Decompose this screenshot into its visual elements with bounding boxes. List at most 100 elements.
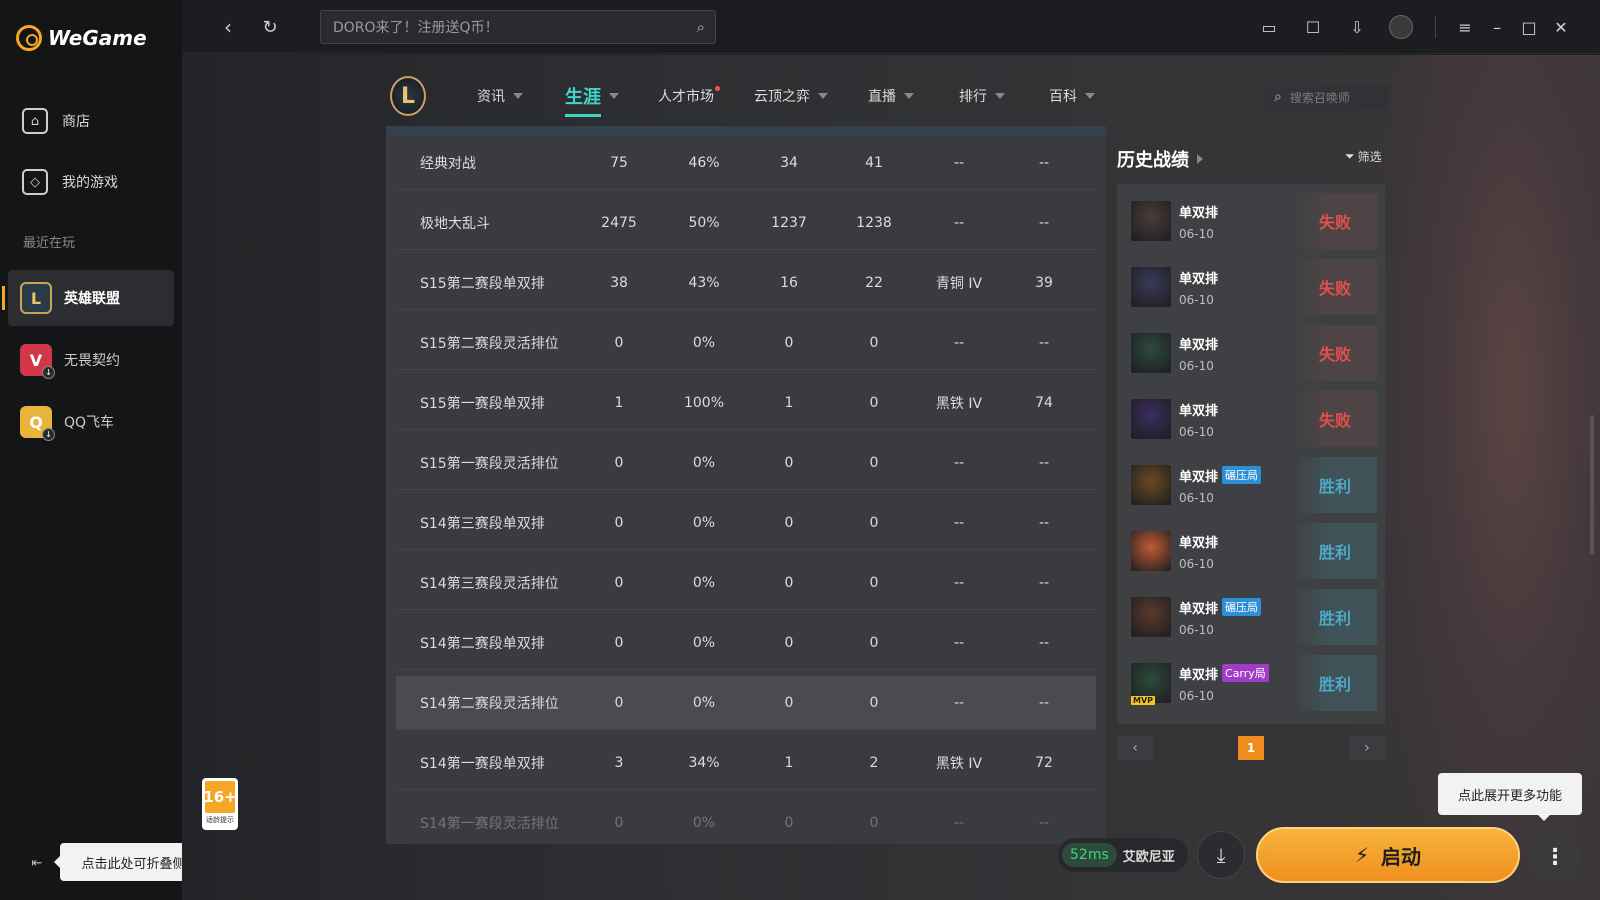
- tab-ranking[interactable]: 排行: [959, 86, 1005, 106]
- match-item[interactable]: MVP 单双排 Carry局 06-10 胜利: [1131, 655, 1377, 711]
- match-item[interactable]: 单双排 06-10 失败: [1131, 193, 1377, 249]
- refresh-icon[interactable]: ↻: [256, 13, 284, 41]
- wegame-logo[interactable]: WeGame: [16, 22, 147, 54]
- table-row[interactable]: 极地大乱斗 2475 50% 1237 1238 -- --: [396, 196, 1096, 250]
- history-title[interactable]: 历史战绩: [1117, 146, 1203, 172]
- match-item[interactable]: 单双排 06-10 失败: [1131, 325, 1377, 381]
- cell-losses: 1238: [856, 214, 892, 231]
- queue-name: 经典对战: [420, 155, 476, 172]
- sidebar-game-qqspeed[interactable]: Q ↓ QQ飞车: [8, 394, 174, 450]
- sidebar-item-my-games[interactable]: ◇ 我的游戏: [22, 169, 118, 195]
- user-avatar[interactable]: [1388, 14, 1414, 40]
- next-page-button[interactable]: ›: [1349, 736, 1385, 760]
- download-button[interactable]: ⤓: [1197, 831, 1245, 879]
- champion-avatar: [1131, 267, 1171, 307]
- lol-game-icon: L: [20, 282, 52, 314]
- tab-tft[interactable]: 云顶之弈: [754, 86, 828, 106]
- match-result: 失败: [1293, 259, 1377, 315]
- queue-name: S14第二赛段单双排: [420, 635, 545, 652]
- pagination-current: 1: [1238, 736, 1264, 760]
- history-list: 单双排 06-10 失败 单双排 06-10 失败 单双排 06-10 失败 单双排 06-10 失败…: [1117, 184, 1385, 724]
- chevron-right-icon: [1197, 154, 1203, 164]
- table-row[interactable]: S14第二赛段单双排 0 0% 0 0 -- --: [396, 616, 1096, 670]
- folder-icon[interactable]: ▭: [1256, 14, 1282, 40]
- search-placeholder: DORO来了！注册送Q币！: [333, 20, 499, 36]
- tab-news[interactable]: 资讯: [477, 86, 523, 106]
- page-number[interactable]: 1: [1238, 736, 1264, 760]
- maximize-icon[interactable]: □: [1516, 14, 1542, 40]
- lol-logo[interactable]: L: [390, 76, 426, 116]
- pagination-next: ›: [1349, 736, 1385, 760]
- minimize-icon[interactable]: –: [1484, 14, 1510, 40]
- table-row[interactable]: S14第三赛段灵活排位 0 0% 0 0 -- --: [396, 556, 1096, 610]
- sidebar-game-lol[interactable]: L 英雄联盟: [2, 270, 174, 326]
- collapse-sidebar-icon[interactable]: ⇤: [26, 852, 48, 874]
- wegame-logo-icon: [16, 25, 42, 51]
- tab-talent-market[interactable]: 人才市场: [658, 86, 720, 106]
- filter-button[interactable]: ⏷ 筛选: [1345, 148, 1382, 165]
- table-row[interactable]: 经典对战 75 46% 34 41 -- --: [396, 136, 1096, 190]
- match-date: 06-10: [1179, 226, 1214, 241]
- server-status[interactable]: 52ms 艾欧尼亚: [1058, 838, 1188, 872]
- cell-games: 0: [614, 514, 624, 531]
- match-result: 胜利: [1293, 457, 1377, 513]
- search-input[interactable]: DORO来了！注册送Q币！ ⌕: [320, 10, 716, 44]
- cell-winrate: 50%: [688, 214, 720, 231]
- cell-winrate: 0%: [692, 634, 716, 651]
- scrollbar[interactable]: [1590, 415, 1594, 555]
- queue-name: S14第二赛段灵活排位: [420, 695, 559, 712]
- close-icon[interactable]: ✕: [1548, 14, 1574, 40]
- topbar: ‹ ↻ DORO来了！注册送Q币！ ⌕ ▭ ☐ ⇩ ≡ – □ ✕: [182, 0, 1600, 54]
- cell-wins: 1: [784, 754, 794, 771]
- download-manager-icon[interactable]: ⇩: [1344, 14, 1370, 40]
- table-row[interactable]: S15第一赛段灵活排位 0 0% 0 0 -- --: [396, 436, 1096, 490]
- cell-points: 72: [1035, 754, 1053, 771]
- cell-rank: 青铜 IV: [935, 275, 983, 292]
- tab-wiki[interactable]: 百科: [1049, 86, 1095, 106]
- match-mode: 单双排: [1179, 400, 1218, 419]
- cell-wins: 1: [784, 394, 794, 411]
- mvp-badge: MVP: [1131, 696, 1156, 705]
- table-row[interactable]: S15第二赛段单双排 38 43% 16 22 青铜 IV 39: [396, 256, 1096, 310]
- menu-icon[interactable]: ≡: [1452, 14, 1478, 40]
- tab-live[interactable]: 直播: [868, 86, 914, 106]
- match-result: 失败: [1293, 193, 1377, 249]
- match-item[interactable]: 单双排 06-10 失败: [1131, 391, 1377, 447]
- tab-career[interactable]: 生涯: [565, 83, 619, 117]
- table-row[interactable]: S14第一赛段灵活排位 0 0% 0 0 -- --: [396, 796, 1096, 844]
- table-row[interactable]: S15第二赛段灵活排位 0 0% 0 0 -- --: [396, 316, 1096, 370]
- cell-games: 3: [614, 754, 624, 771]
- match-item[interactable]: 单双排 06-10 失败: [1131, 259, 1377, 315]
- chevron-down-icon: [1085, 93, 1095, 99]
- sidebar-item-shop[interactable]: ⌂ 商店: [22, 108, 90, 134]
- match-result: 失败: [1293, 391, 1377, 447]
- match-info: 单双排 Carry局 06-10: [1179, 664, 1269, 703]
- message-icon[interactable]: ☐: [1300, 14, 1326, 40]
- match-item[interactable]: 单双排 碾压局 06-10 胜利: [1131, 457, 1377, 513]
- cell-losses: 0: [869, 815, 879, 831]
- valorant-game-icon: V ↓: [20, 344, 55, 379]
- cell-winrate: 0%: [692, 574, 716, 591]
- queue-name: 极地大乱斗: [420, 215, 490, 232]
- match-info: 单双排 06-10: [1179, 268, 1218, 307]
- table-row[interactable]: S14第二赛段灵活排位 0 0% 0 0 -- --: [396, 676, 1096, 730]
- match-item[interactable]: 单双排 06-10 胜利: [1131, 523, 1377, 579]
- prev-page-button[interactable]: ‹: [1117, 736, 1153, 760]
- brand-name: WeGame: [48, 26, 147, 50]
- match-item[interactable]: 单双排 碾压局 06-10 胜利: [1131, 589, 1377, 645]
- sidebar-game-valorant[interactable]: V ↓ 无畏契约: [8, 332, 174, 388]
- launch-button[interactable]: ⚡ 启动: [1256, 827, 1520, 883]
- back-icon[interactable]: ‹: [214, 13, 242, 41]
- cell-losses: 22: [865, 274, 883, 291]
- more-options-button[interactable]: ⋮: [1529, 831, 1581, 883]
- match-info: 单双排 碾压局 06-10: [1179, 598, 1262, 637]
- search-icon[interactable]: ⌕: [697, 18, 705, 36]
- match-date: 06-10: [1179, 358, 1214, 373]
- summoner-search-input[interactable]: ⌕ 搜索召唤师: [1262, 84, 1390, 110]
- table-row[interactable]: S14第三赛段单双排 0 0% 0 0 -- --: [396, 496, 1096, 550]
- match-date: 06-10: [1179, 556, 1214, 571]
- table-row[interactable]: S14第一赛段单双排 3 34% 1 2 黑铁 IV 72: [396, 736, 1096, 790]
- sidebar-game-label: 无畏契约: [64, 353, 120, 369]
- table-row[interactable]: S15第一赛段单双排 1 100% 1 0 黑铁 IV 74: [396, 376, 1096, 430]
- filter-icon: ⏷: [1345, 149, 1355, 163]
